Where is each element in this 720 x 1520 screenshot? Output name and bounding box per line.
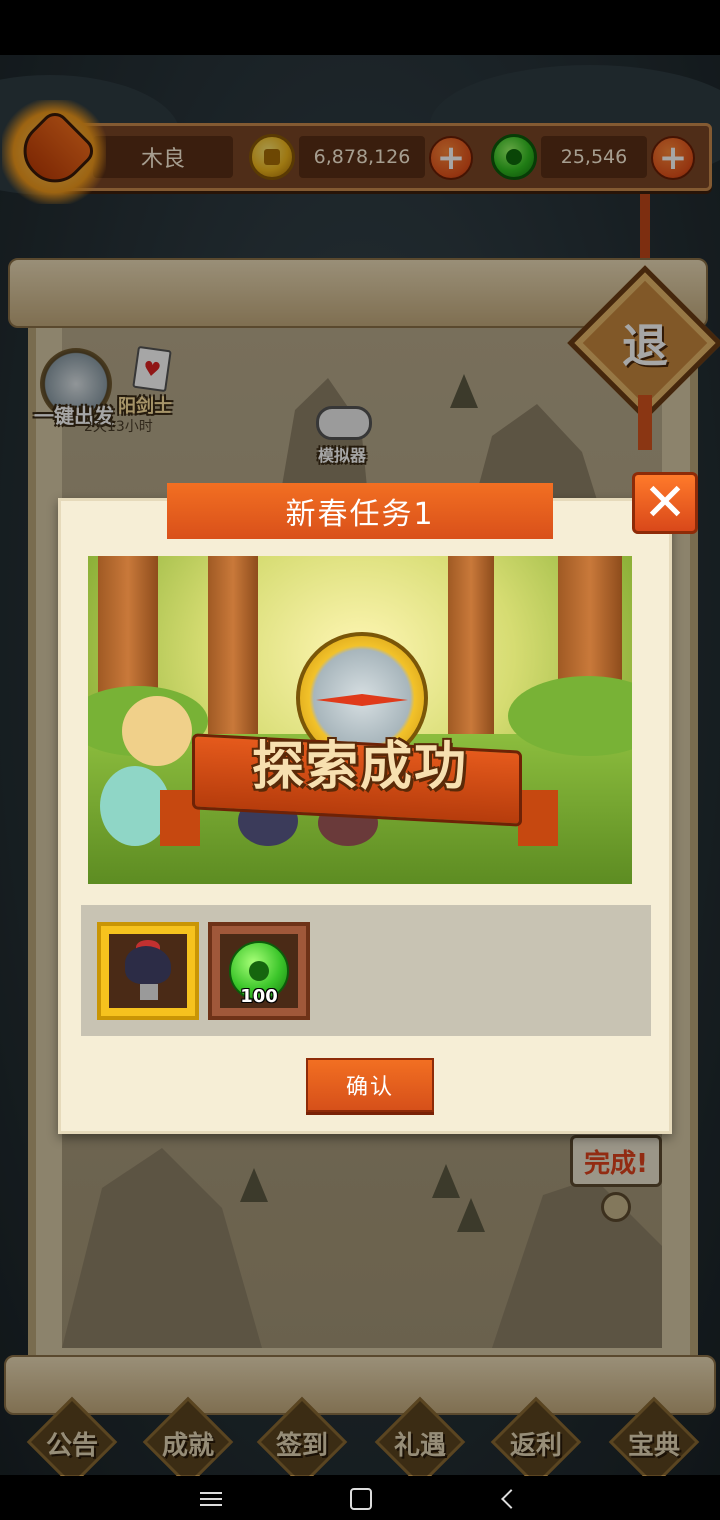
system-nav-bar bbox=[0, 1476, 720, 1520]
dialog-title: 新春任务1 bbox=[167, 483, 553, 539]
home-icon[interactable] bbox=[346, 1484, 376, 1514]
close-button[interactable]: ✕ bbox=[632, 472, 698, 534]
status-bar bbox=[0, 0, 720, 55]
bird-statue-icon bbox=[125, 946, 171, 984]
confirm-button[interactable]: 确认 bbox=[306, 1058, 434, 1112]
ribbon-tail-right bbox=[518, 790, 558, 846]
bird-stand bbox=[140, 984, 158, 1000]
recent-apps-icon[interactable] bbox=[196, 1484, 226, 1514]
success-banner-text: 探索成功 bbox=[251, 736, 468, 797]
reward-count: 100 bbox=[240, 986, 278, 1007]
back-icon[interactable] bbox=[496, 1484, 526, 1514]
